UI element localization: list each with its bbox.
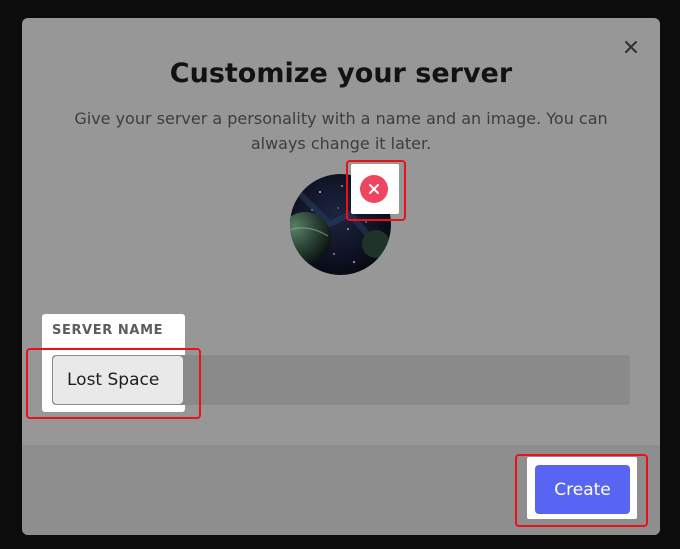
close-icon [625, 41, 637, 53]
remove-image-button[interactable] [351, 164, 399, 214]
server-name-label: SERVER NAME [52, 323, 164, 338]
server-name-input[interactable] [53, 356, 183, 404]
modal-subtitle: Give your server a personality with a na… [74, 109, 608, 153]
remove-image-icon [369, 184, 379, 194]
create-button[interactable]: Create [535, 465, 630, 514]
close-button[interactable] [620, 36, 642, 58]
create-server-modal: Customize your server Give your server a… [22, 18, 660, 535]
remove-image-badge[interactable] [360, 175, 388, 203]
modal-title: Customize your server [169, 58, 513, 89]
